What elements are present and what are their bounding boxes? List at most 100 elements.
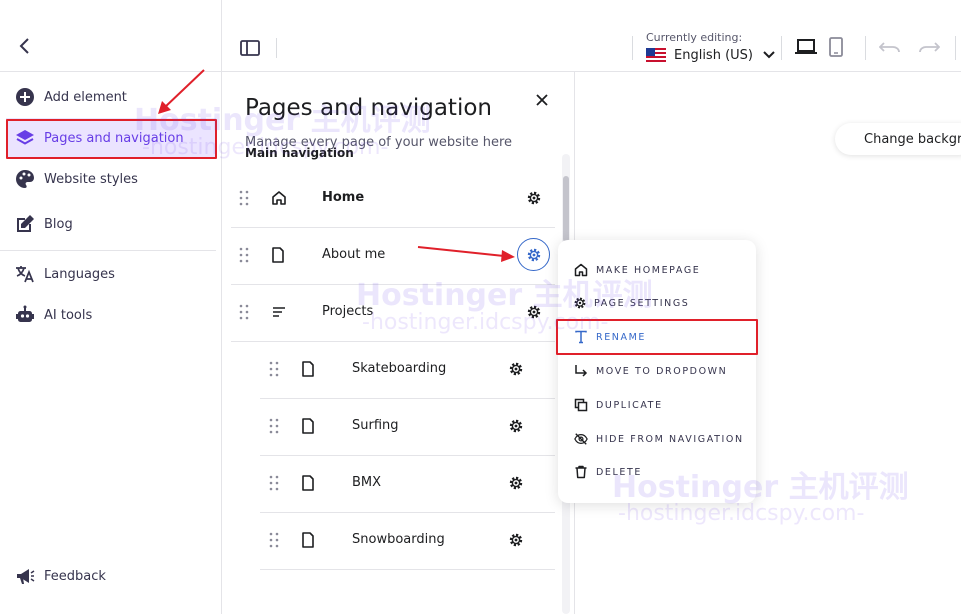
gear-icon[interactable] — [526, 304, 542, 320]
drag-handle-icon[interactable] — [269, 532, 279, 548]
sidebar-item-label: Feedback — [44, 568, 106, 584]
page-icon — [301, 361, 315, 377]
menu-item-duplicate[interactable]: DUPLICATE — [558, 390, 756, 420]
menu-item-hide-from-navigation[interactable]: HIDE FROM NAVIGATION — [558, 424, 756, 454]
copy-icon — [574, 398, 588, 412]
gear-icon — [573, 296, 587, 310]
page-label: Projects — [322, 304, 374, 319]
menu-item-label: MAKE HOMEPAGE — [596, 264, 701, 276]
page-row-projects[interactable]: Projects — [231, 284, 555, 341]
gear-icon[interactable] — [508, 418, 524, 434]
translate-icon — [15, 264, 35, 284]
divider — [276, 38, 277, 58]
redo-button[interactable] — [918, 41, 940, 53]
palette-icon — [15, 169, 35, 189]
close-icon — [536, 94, 548, 106]
top-bar: Currently editing: English (US) — [0, 0, 961, 72]
sidebar-item-label: Website styles — [44, 171, 138, 187]
sidebar-item-website-styles[interactable]: Website styles — [0, 159, 222, 199]
sidebar-item-blog[interactable]: Blog — [0, 204, 222, 244]
menu-item-label: HIDE FROM NAVIGATION — [596, 433, 744, 445]
toggle-panel-button[interactable] — [240, 40, 260, 56]
laptop-icon — [795, 39, 817, 54]
subpage-row-surfing[interactable]: Surfing — [260, 398, 555, 455]
page-label: Snowboarding — [352, 532, 445, 547]
page-label: About me — [322, 247, 386, 262]
divider — [781, 36, 782, 60]
subpage-row-bmx[interactable]: BMX — [260, 455, 555, 512]
highlight-box — [6, 119, 217, 159]
plus-circle-icon — [15, 87, 35, 107]
drag-handle-icon[interactable] — [239, 247, 249, 263]
menu-item-move-to-dropdown[interactable]: MOVE TO DROPDOWN — [558, 356, 756, 386]
change-background-button[interactable]: Change background — [835, 123, 961, 155]
sidebar: Add element Pages and navigation Website… — [0, 72, 222, 614]
menu-item-label: MOVE TO DROPDOWN — [596, 365, 728, 377]
page-label: Surfing — [352, 418, 399, 433]
gear-icon[interactable] — [526, 190, 542, 206]
editing-label: Currently editing: — [646, 31, 743, 44]
sidebar-layout-icon — [240, 40, 260, 56]
menu-item-label: DELETE — [596, 466, 643, 478]
divider — [632, 36, 633, 60]
page-icon — [271, 247, 285, 263]
drag-handle-icon[interactable] — [269, 418, 279, 434]
mobile-view-button[interactable] — [829, 37, 843, 57]
menu-item-delete[interactable]: DELETE — [558, 457, 756, 487]
gear-icon[interactable] — [508, 361, 524, 377]
page-label: BMX — [352, 475, 382, 490]
page-row-home[interactable]: Home — [231, 170, 555, 227]
redo-icon — [919, 42, 940, 53]
chevron-down-icon — [763, 51, 775, 59]
drag-handle-icon[interactable] — [239, 304, 249, 320]
gear-icon[interactable] — [526, 247, 542, 263]
scrollbar-thumb[interactable] — [563, 176, 569, 242]
divider — [0, 250, 216, 251]
home-icon — [574, 263, 588, 277]
panel-title: Pages and navigation — [245, 95, 492, 121]
page-icon — [301, 475, 315, 491]
edit-icon — [15, 214, 35, 234]
us-flag-icon — [646, 48, 666, 62]
drag-handle-icon[interactable] — [269, 361, 279, 377]
gear-icon[interactable] — [508, 532, 524, 548]
back-button[interactable] — [18, 38, 32, 54]
language-selector[interactable]: English (US) — [646, 45, 775, 65]
page-icon — [301, 418, 315, 434]
eye-off-icon — [574, 432, 588, 446]
drag-handle-icon[interactable] — [269, 475, 279, 491]
drag-handle-icon[interactable] — [239, 190, 249, 206]
sidebar-item-label: Add element — [44, 89, 127, 105]
sidebar-item-label: Languages — [44, 266, 115, 282]
gear-icon[interactable] — [508, 475, 524, 491]
home-icon — [271, 190, 287, 206]
phone-icon — [829, 37, 843, 57]
chevron-left-icon — [19, 38, 29, 54]
menu-item-make-homepage[interactable]: MAKE HOMEPAGE — [558, 255, 756, 285]
menu-item-page-settings[interactable]: PAGE SETTINGS — [558, 288, 756, 318]
watermark-url: -hostinger.idcspy.com- — [618, 501, 865, 526]
page-label: Skateboarding — [352, 361, 447, 376]
arrow-down-right-icon — [574, 364, 588, 378]
sidebar-item-label: Blog — [44, 216, 73, 232]
section-heading: Main navigation — [245, 146, 354, 160]
annotation-arrow — [158, 69, 205, 114]
page-context-menu: MAKE HOMEPAGE PAGE SETTINGS RENAME MOVE … — [558, 240, 756, 503]
subpage-row-skateboarding[interactable]: Skateboarding — [260, 341, 555, 398]
divider — [865, 36, 866, 60]
pages-panel: Pages and navigation Manage every page o… — [223, 72, 575, 614]
divider — [260, 569, 555, 570]
sidebar-item-feedback[interactable]: Feedback — [0, 556, 222, 596]
desktop-view-button[interactable] — [795, 39, 817, 55]
language-label: English (US) — [674, 47, 753, 63]
close-panel-button[interactable] — [536, 94, 548, 106]
sidebar-item-languages[interactable]: Languages — [0, 254, 222, 294]
trash-icon — [574, 465, 588, 479]
subpage-row-snowboarding[interactable]: Snowboarding — [260, 512, 555, 569]
sidebar-item-label: AI tools — [44, 307, 93, 323]
sidebar-header — [0, 0, 222, 72]
sidebar-item-ai-tools[interactable]: AI tools — [0, 295, 222, 335]
menu-item-label: PAGE SETTINGS — [594, 297, 690, 309]
undo-button[interactable] — [879, 41, 901, 53]
divider — [955, 36, 956, 60]
